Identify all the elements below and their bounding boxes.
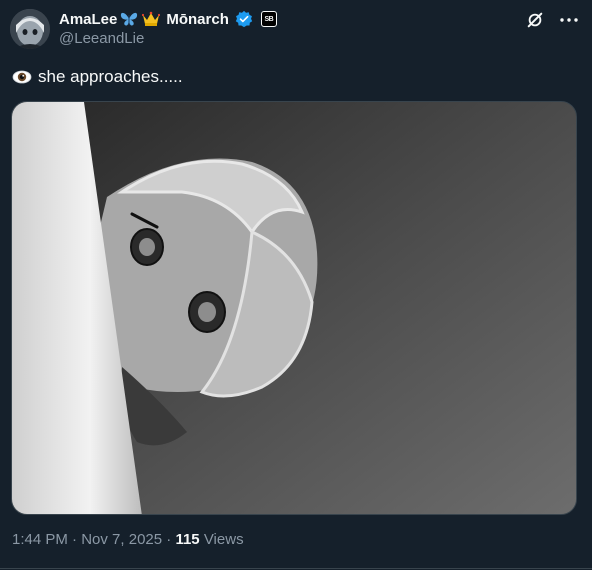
views-label: Views (203, 531, 244, 548)
tweet-body: she approaches..... (38, 67, 183, 86)
tweet-meta: 1:44 PM · Nov 7, 2025 · 115 Views (12, 531, 244, 548)
more-icon[interactable] (559, 10, 579, 30)
tweet-text: she approaches..... (12, 67, 183, 87)
author-handle[interactable]: @LeeandLie (59, 30, 144, 47)
tweet-date[interactable]: Nov 7, 2025 (81, 531, 162, 548)
header-actions (525, 10, 579, 30)
display-name-suffix[interactable]: Mōnarch (166, 11, 229, 28)
eye-emoji-icon (12, 70, 32, 84)
avatar[interactable] (10, 9, 50, 49)
crown-emoji-icon (141, 9, 161, 29)
butterfly-emoji-icon (119, 9, 139, 29)
display-name[interactable]: AmaLee (59, 11, 117, 28)
views-count: 115 (175, 531, 200, 548)
meta-separator: · (166, 531, 172, 548)
affiliate-badge[interactable]: SB (260, 11, 277, 27)
plush-doll-photo-image (12, 102, 576, 514)
divider (0, 568, 592, 569)
tweet: AmaLee Mōnarch SB @LeeandLie she approac… (0, 0, 592, 570)
author-name-row[interactable]: AmaLee Mōnarch SB (59, 9, 277, 29)
tweet-photo[interactable] (11, 101, 577, 515)
avatar-image (10, 9, 50, 49)
grok-icon[interactable] (525, 10, 545, 30)
meta-separator: · (72, 531, 78, 548)
verified-badge-icon[interactable] (234, 9, 254, 29)
tweet-time[interactable]: 1:44 PM (12, 531, 68, 548)
